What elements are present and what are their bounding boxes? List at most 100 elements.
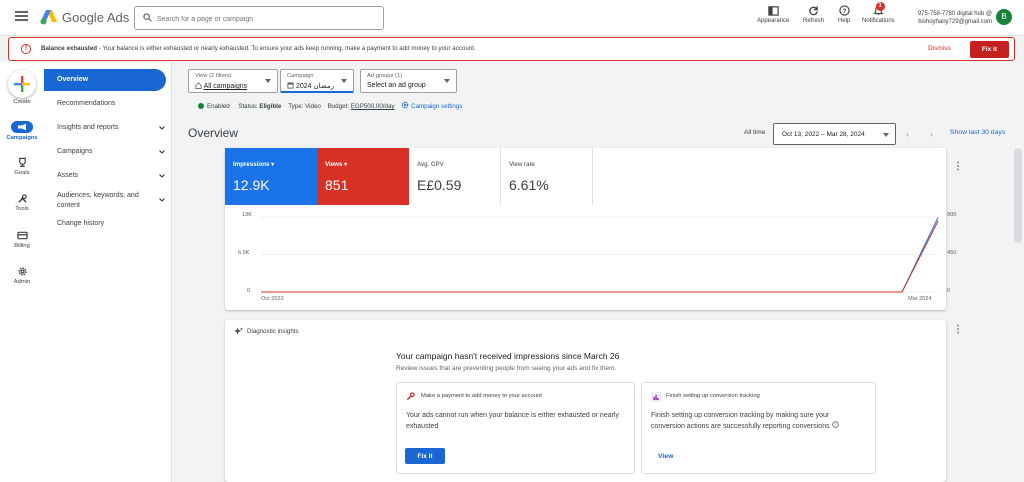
campaign-filter-caret-icon <box>341 79 347 83</box>
rail-billing[interactable]: Billing <box>0 230 44 249</box>
nav-change-history[interactable]: Change history <box>44 220 166 227</box>
notifications-label: Notifications <box>862 18 895 24</box>
campaigns-icon <box>11 121 33 133</box>
campaign-settings-link[interactable]: Campaign settings <box>401 101 462 110</box>
impressions-value: 12.9K <box>233 177 270 193</box>
help-button[interactable]: ? Help <box>838 5 850 24</box>
payment-fix-it-button[interactable]: Fix it <box>405 448 445 464</box>
view-filter-value: All campaigns <box>195 82 247 90</box>
nav-recommendations[interactable]: Recommendations <box>44 100 166 107</box>
search-box[interactable] <box>134 6 384 30</box>
alert-bold: Balance exhausted <box>41 45 98 52</box>
impressions-metric[interactable]: Impressions ▾ 12.9K <box>225 148 317 205</box>
account-info[interactable]: 975-758-7780 digital hub @ bishoyhany729… <box>918 10 992 26</box>
conversion-insight-title: Finish setting up conversion tracking <box>666 393 760 399</box>
date-range-text: Oct 13, 2022 – Mar 28, 2024 <box>782 131 865 138</box>
help-circle-icon[interactable]: ? <box>831 421 839 428</box>
nav-assets[interactable]: Assets <box>44 172 166 179</box>
next-period-chevron-icon[interactable]: › <box>930 129 933 139</box>
rail-billing-label: Billing <box>14 243 30 249</box>
rail-campaigns-label: Campaigns <box>6 135 38 141</box>
diagnostic-title: Diagnostic insights <box>247 328 299 335</box>
ad-group-filter-caret-icon <box>444 79 450 83</box>
ad-group-filter[interactable]: Ad groups (1) Select an ad group <box>360 69 457 93</box>
account-id: 975-758-7780 digital hub @ <box>917 11 992 17</box>
top-header: Google Ads Appearance Refresh ? Help 1 N… <box>0 0 1024 36</box>
nav-campaigns[interactable]: Campaigns <box>44 148 166 155</box>
main-content: View (2 filters) All campaigns Campaign … <box>172 62 1024 482</box>
avg-cpv-metric[interactable]: Avg. CPV E£0.59 <box>409 148 501 205</box>
avg-cpv-label: Avg. CPV <box>417 161 444 168</box>
dismiss-button[interactable]: Dismiss <box>928 45 951 52</box>
rail-campaigns[interactable]: Campaigns <box>0 121 44 141</box>
alert-detail: - Your balance is either exhausted or ne… <box>97 45 476 52</box>
notification-badge: 1 <box>875 2 885 11</box>
view-filter-caret-icon <box>265 79 271 83</box>
menu-icon[interactable] <box>15 11 28 21</box>
svg-text:?: ? <box>842 8 846 15</box>
date-range-caret-icon <box>883 133 889 137</box>
notifications-button[interactable]: 1 Notifications <box>862 2 895 24</box>
budget-label: Budget: <box>327 103 350 110</box>
alert-fix-it-button[interactable]: Fix it <box>970 41 1009 58</box>
bar-chart-icon <box>651 392 661 402</box>
payment-insight-title: Make a payment to add money to your acco… <box>421 393 542 399</box>
side-nav: Overview Recommendations Insights and re… <box>44 62 172 482</box>
y-left-tick-top: 13K <box>242 212 252 218</box>
ad-group-filter-value: Select an ad group <box>367 82 426 89</box>
view-filter[interactable]: View (2 filters) All campaigns <box>188 69 278 93</box>
campaign-filter-label: Campaign <box>287 73 314 79</box>
search-icon <box>143 13 152 22</box>
nav-campaigns-label: Campaigns <box>57 148 93 155</box>
campaign-filter[interactable]: Campaign رمضان 2024 <box>280 69 354 93</box>
search-input[interactable] <box>157 11 377 27</box>
performance-chart-card: Impressions ▾ 12.9K Views ▾ 851 Avg. CPV… <box>225 148 963 310</box>
appearance-icon <box>767 6 779 16</box>
diagnostic-headline: Your campaign hasn't received impression… <box>396 351 620 361</box>
tools-icon <box>17 194 27 203</box>
all-time-label: All time <box>744 129 766 136</box>
prev-period-chevron-icon[interactable]: ‹ <box>906 129 909 139</box>
view-filter-text: All campaigns <box>203 83 248 90</box>
campaign-filter-text: رمضان 2024 <box>295 83 334 90</box>
page-scrollbar[interactable] <box>1014 148 1022 243</box>
campaign-status-bar: Enabled Status: Eligible Type: Video Bud… <box>198 101 462 110</box>
avatar[interactable]: B <box>996 9 1012 25</box>
chevron-down-icon <box>159 126 165 130</box>
nav-audiences[interactable]: Audiences, keywords, and content <box>44 191 166 211</box>
nav-insights-label: Insights and reports <box>57 124 119 131</box>
rail-create-label: Create <box>13 99 31 105</box>
nav-insights-reports[interactable]: Insights and reports <box>44 124 166 131</box>
show-last-30-days-link[interactable]: Show last 30 days <box>950 129 1005 136</box>
view-rate-value: 6.61% <box>509 177 549 193</box>
y-right-tick-bottom: 0 <box>947 288 951 294</box>
wrench-icon <box>406 392 415 401</box>
rail-tools[interactable]: Tools <box>0 193 44 212</box>
rail-goals-label: Goals <box>14 170 30 176</box>
y-right-tick-mid: 450 <box>947 250 957 256</box>
settings-gear-icon <box>402 101 409 109</box>
series-line-views <box>261 220 939 293</box>
conversion-insight-body-text: Finish setting up conversion tracking by… <box>651 412 830 430</box>
view-rate-metric[interactable]: View rate 6.61% <box>501 148 593 205</box>
date-range-picker[interactable]: Oct 13, 2022 – Mar 28, 2024 <box>773 123 896 145</box>
diagnostic-more-icon[interactable]: ⋮ <box>953 325 963 335</box>
create-button[interactable] <box>8 70 36 98</box>
y-left-tick-mid: 6.5K <box>238 250 250 256</box>
conversion-view-link[interactable]: View <box>658 453 673 460</box>
trophy-icon <box>18 157 26 167</box>
rail-admin-label: Admin <box>13 279 31 285</box>
views-metric[interactable]: Views ▾ 851 <box>317 148 409 205</box>
refresh-label: Refresh <box>803 18 825 24</box>
nav-recommendations-label: Recommendations <box>57 100 116 107</box>
budget-value[interactable]: EGP500.00/day <box>351 103 395 110</box>
campaign-filter-value: رمضان 2024 <box>287 82 334 90</box>
chart-more-icon[interactable]: ⋮ <box>953 162 963 172</box>
rail-admin[interactable]: Admin <box>0 266 44 285</box>
nav-overview[interactable]: Overview <box>44 69 166 91</box>
appearance-button[interactable]: Appearance <box>757 5 789 24</box>
rail-goals[interactable]: Goals <box>0 157 44 176</box>
refresh-button[interactable]: Refresh <box>803 5 824 24</box>
help-icon: ? <box>838 5 850 16</box>
conversion-insight-card: Finish setting up conversion tracking Fi… <box>641 382 876 474</box>
